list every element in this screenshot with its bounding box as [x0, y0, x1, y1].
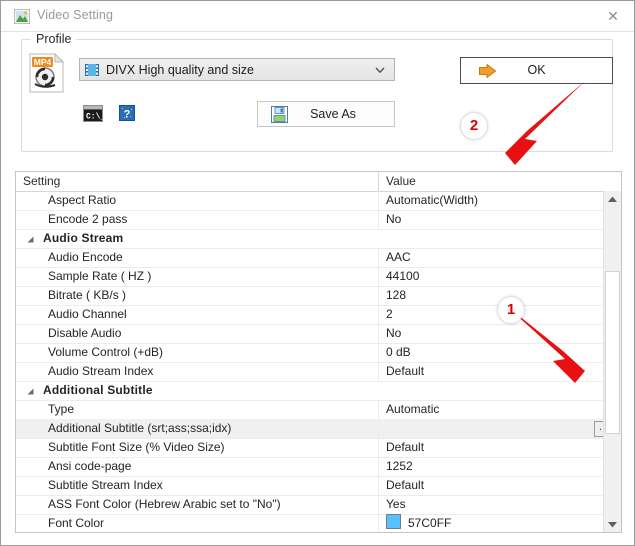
setting-name: Audio Encode	[48, 250, 123, 264]
setting-value[interactable]: No	[378, 210, 621, 229]
grid-vertical-scrollbar[interactable]	[603, 191, 621, 532]
table-row[interactable]: Additional Subtitle (srt;ass;ssa;idx)...	[16, 419, 621, 439]
setting-value[interactable]: Yes	[378, 495, 621, 514]
film-strip-icon	[84, 62, 100, 78]
chevron-down-icon[interactable]	[374, 64, 386, 76]
help-question-icon[interactable]: ?	[119, 105, 135, 121]
setting-name: Audio Stream	[43, 231, 124, 245]
setting-name: Type	[48, 402, 75, 416]
table-row[interactable]: ASS Font Color (Hebrew Arabic set to "No…	[16, 495, 621, 515]
setting-value[interactable]	[378, 419, 621, 438]
table-row[interactable]: Aspect Ratio Automatic(Width)	[16, 191, 621, 211]
mp4-file-icon: MP4	[29, 52, 65, 93]
scroll-up-arrow-icon[interactable]	[604, 191, 621, 208]
video-setting-icon	[13, 8, 31, 25]
close-icon[interactable]: ✕	[598, 6, 628, 26]
setting-value[interactable]: 0 dB	[378, 343, 621, 362]
svg-text:MP4: MP4	[34, 57, 52, 67]
setting-value[interactable]: Automatic	[378, 400, 621, 419]
table-row[interactable]: Bitrate ( KB/s ) 128	[16, 286, 621, 306]
setting-name: Font Color	[48, 516, 105, 530]
column-header-value[interactable]: Value	[378, 172, 621, 191]
profile-groupbox	[21, 39, 613, 152]
setting-value[interactable]: Default	[378, 438, 621, 457]
table-row[interactable]: Type Automatic	[16, 400, 621, 420]
profile-combobox-value: DIVX High quality and size	[106, 63, 254, 77]
table-row[interactable]: Encode 2 pass No	[16, 210, 621, 230]
setting-value[interactable]: 44100	[378, 267, 621, 286]
table-row[interactable]: Subtitle Stream Index Default	[16, 476, 621, 496]
command-prompt-icon[interactable]: C:\_	[83, 105, 105, 122]
setting-value[interactable]: Default	[378, 476, 621, 495]
table-row[interactable]: Audio Channel 2	[16, 305, 621, 325]
setting-name: Aspect Ratio	[48, 193, 117, 207]
table-row[interactable]: Volume Control (+dB) 0 dB	[16, 343, 621, 363]
setting-name: Encode 2 pass	[48, 212, 128, 226]
color-hex-text: 57C0FF	[408, 516, 452, 530]
profile-combobox[interactable]: DIVX High quality and size	[79, 58, 395, 81]
setting-name: Bitrate ( KB/s )	[48, 288, 127, 302]
ok-button[interactable]: OK	[460, 57, 613, 84]
setting-name: Subtitle Stream Index	[48, 478, 163, 492]
setting-value[interactable]: Default	[378, 362, 621, 381]
callout-badge-2: 2	[461, 113, 487, 139]
grid-header-row: Setting Value	[16, 172, 621, 192]
ok-label: OK	[527, 63, 546, 77]
profile-groupbox-legend: Profile	[31, 32, 77, 46]
save-as-label: Save As	[310, 107, 356, 121]
setting-name: Ansi code-page	[48, 459, 132, 473]
table-row[interactable]: Ansi code-page 1252	[16, 457, 621, 477]
setting-name: Subtitle Font Size (% Video Size)	[48, 440, 225, 454]
table-row[interactable]: Audio Stream Index Default	[16, 362, 621, 382]
color-swatch	[386, 514, 401, 529]
column-header-setting[interactable]: Setting	[16, 172, 378, 191]
svg-text:C:\_: C:\_	[86, 113, 103, 122]
setting-name: Volume Control (+dB)	[48, 345, 164, 359]
scrollbar-thumb[interactable]	[605, 271, 620, 434]
setting-name: Audio Channel	[48, 307, 127, 321]
svg-text:?: ?	[124, 108, 131, 120]
setting-value[interactable]: 57C0FF	[378, 514, 621, 532]
scroll-down-arrow-icon[interactable]	[604, 516, 621, 532]
table-row[interactable]: Disable Audio No	[16, 324, 621, 344]
table-row[interactable]: Font Color 57C0FF	[16, 514, 621, 532]
table-row[interactable]: Additional Subtitle	[16, 381, 621, 401]
setting-value[interactable]: Automatic(Width)	[378, 191, 621, 210]
table-row[interactable]: Audio Stream	[16, 229, 621, 249]
setting-name: Disable Audio	[48, 326, 122, 340]
setting-value[interactable]: 1252	[378, 457, 621, 476]
callout-badge-1: 1	[498, 297, 524, 323]
title-bar: Video Setting ✕	[1, 1, 634, 32]
settings-grid: Setting Value Aspect Ratio Automatic(Widt…	[15, 171, 622, 533]
video-setting-window: Video Setting ✕ Profile MP4 DIVX High qu…	[0, 0, 635, 546]
setting-name: Additional Subtitle (srt;ass;ssa;idx)	[48, 421, 232, 435]
table-row[interactable]: Sample Rate ( HZ ) 44100	[16, 267, 621, 287]
setting-name: ASS Font Color (Hebrew Arabic set to "No…	[48, 497, 281, 511]
setting-name: Additional Subtitle	[43, 383, 153, 397]
table-row[interactable]: Audio Encode AAC	[16, 248, 621, 268]
table-row[interactable]: Subtitle Font Size (% Video Size) Default	[16, 438, 621, 458]
setting-value[interactable]: AAC	[378, 248, 621, 267]
save-as-button[interactable]: Save As	[257, 101, 395, 127]
window-title: Video Setting	[37, 8, 114, 22]
grid-rows: Aspect Ratio Automatic(Width) Encode 2 pas…	[16, 191, 621, 532]
setting-value[interactable]	[378, 229, 621, 248]
setting-value[interactable]	[378, 381, 621, 400]
setting-name: Sample Rate ( HZ )	[48, 269, 152, 283]
setting-value[interactable]: No	[378, 324, 621, 343]
setting-name: Audio Stream Index	[48, 364, 154, 378]
